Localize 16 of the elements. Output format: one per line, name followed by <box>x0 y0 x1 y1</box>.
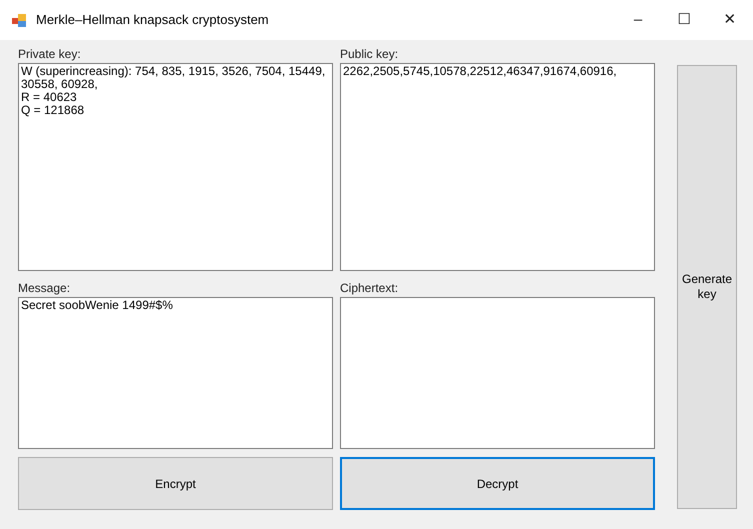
private-key-field[interactable]: W (superincreasing): 754, 835, 1915, 3526, 7504, 15449, 30558, 60928, R = 40623 Q = 121868 <box>18 63 333 271</box>
field-label: Private key: <box>18 46 82 63</box>
decrypt-button[interactable]: Decrypt <box>340 457 655 510</box>
field-label: Message: <box>18 280 72 297</box>
encrypt-button[interactable]: Encrypt <box>18 457 333 510</box>
maximize-button[interactable]: ☐ <box>661 0 707 40</box>
app-icon <box>12 14 26 26</box>
field-label: Ciphertext: <box>340 280 400 297</box>
minimize-button[interactable]: – <box>615 0 661 40</box>
field-label: Public key: <box>340 46 400 63</box>
public-key-field[interactable]: 2262,2505,5745,10578,22512,46347,91674,60916, <box>340 63 655 271</box>
close-button[interactable]: ✕ <box>707 0 753 40</box>
generate-key-button[interactable]: Generate key <box>677 65 738 509</box>
ciphertext-field[interactable] <box>340 297 655 449</box>
message-field[interactable]: Secret soobWenie 1499#$% <box>18 297 333 449</box>
window-title: Merkle–Hellman knapsack cryptosystem <box>36 11 269 30</box>
